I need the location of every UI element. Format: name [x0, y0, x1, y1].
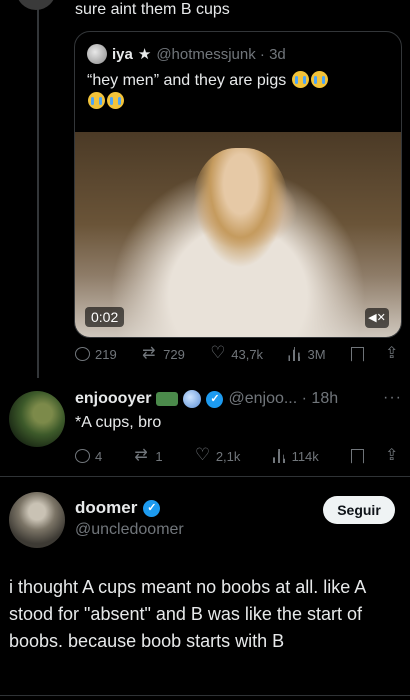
bookmark-icon[interactable] [350, 346, 364, 362]
bookmark-icon[interactable] [350, 448, 364, 464]
thread-line [37, 38, 39, 378]
flag-badge-icon [156, 392, 179, 406]
quoted-tweet[interactable]: iya ★ @hotmessjunk · 3d “hey men” and th… [74, 31, 402, 338]
tweet-actions: 4 1 2,1k 114k [75, 445, 400, 465]
views-icon [288, 347, 303, 361]
quoted-name: iya [112, 45, 133, 63]
heart-icon [195, 445, 211, 465]
views-button[interactable]: 3M [288, 347, 326, 362]
more-icon[interactable]: ··· [383, 389, 402, 407]
like-button[interactable]: 2,1k [195, 445, 241, 465]
video-time: 0:02 [85, 307, 125, 327]
video-subject [193, 148, 288, 268]
views-button[interactable]: 114k [272, 449, 319, 464]
tweet-text: i thought A cups meant no boobs at all. … [9, 577, 366, 651]
globe-badge-icon [183, 390, 202, 408]
user-name[interactable]: enjoooyer [75, 390, 151, 408]
avatar [87, 44, 107, 64]
divider [0, 476, 410, 477]
divider [0, 695, 410, 696]
reply-icon [75, 449, 90, 463]
user-handle[interactable]: @uncledoomer [75, 521, 184, 539]
tweet-text: *A cups, bro [75, 414, 162, 431]
avatar[interactable] [16, 0, 56, 10]
verified-icon: ✓ [206, 390, 224, 408]
reply-text: sure aint them B cups [75, 1, 230, 18]
views-icon [272, 449, 287, 463]
crying-emoji-icon [88, 92, 105, 109]
crying-emoji-icon [107, 92, 124, 109]
repost-icon [142, 343, 158, 363]
crying-emoji-icon [310, 71, 328, 88]
quoted-video[interactable]: 0:02 ◀✕ [75, 132, 401, 337]
verified-icon: ✓ [143, 499, 161, 517]
repost-button[interactable]: 729 [142, 343, 185, 363]
quoted-handle-time: @hotmessjunk · 3d [156, 45, 286, 63]
quoted-header: iya ★ @hotmessjunk · 3d [87, 44, 286, 64]
reply-button[interactable]: 4 [75, 449, 102, 464]
heart-icon [210, 343, 226, 363]
user-name[interactable]: doomer [75, 498, 137, 518]
mute-icon[interactable]: ◀✕ [365, 308, 389, 328]
user-handle-time[interactable]: @enjoo... · 18h [228, 390, 338, 408]
tweet-header: enjoooyer ✓ @enjoo... · 18h [75, 390, 338, 408]
avatar[interactable] [9, 391, 65, 447]
avatar[interactable] [9, 492, 65, 548]
repost-button[interactable]: 1 [134, 445, 162, 465]
quoted-text: “hey men” and they are pigs [87, 70, 387, 112]
reply-icon [75, 347, 90, 361]
crying-emoji-icon [291, 71, 309, 88]
reply-button[interactable]: 219 [75, 347, 117, 362]
follow-button[interactable]: Seguir [323, 496, 395, 524]
star-icon: ★ [137, 46, 152, 63]
tweet-header: doomer ✓ [75, 498, 161, 518]
like-button[interactable]: 43,7k [210, 343, 263, 363]
share-icon[interactable] [384, 445, 400, 465]
share-icon[interactable] [384, 343, 400, 363]
repost-icon [134, 445, 150, 465]
reply-actions: 219 729 43,7k 3M [75, 343, 400, 363]
